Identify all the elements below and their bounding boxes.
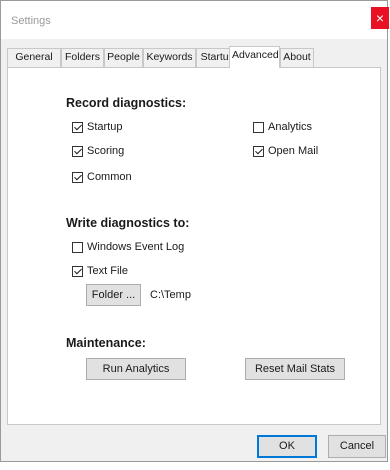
- close-button[interactable]: ×: [371, 7, 389, 29]
- analytics-check-box[interactable]: [253, 121, 264, 133]
- startup-checkbox[interactable]: Startup: [72, 120, 122, 134]
- record-diagnostics-heading: Record diagnostics:: [66, 96, 187, 110]
- maintenance-heading: Maintenance:: [66, 336, 146, 350]
- close-icon: ×: [375, 10, 385, 26]
- scoring-label: Scoring: [87, 145, 125, 157]
- scoring-checkbox[interactable]: Scoring: [72, 144, 124, 158]
- startup-check-box[interactable]: [72, 121, 83, 133]
- analytics-label: Analytics: [268, 121, 313, 133]
- settings-window: Settings × General Folders People Keywor…: [0, 0, 389, 462]
- title-bar[interactable]: Settings ×: [1, 1, 389, 39]
- open-mail-checkbox[interactable]: Open Mail: [253, 144, 318, 158]
- event-log-label: Windows Event Log: [87, 241, 185, 253]
- run-analytics-button[interactable]: Run Analytics: [86, 358, 186, 380]
- event-log-check-box[interactable]: [72, 241, 83, 253]
- common-check-box[interactable]: [72, 171, 83, 183]
- folder-path: C:\Temp: [150, 289, 191, 301]
- tab-people[interactable]: People: [104, 48, 143, 67]
- text-file-checkbox[interactable]: Text File: [72, 264, 128, 278]
- startup-label: Startup: [87, 121, 123, 133]
- tab-folders[interactable]: Folders: [61, 48, 104, 67]
- scoring-check-box[interactable]: [72, 145, 83, 157]
- advanced-panel: Record diagnostics: Startup Scoring Comm…: [7, 67, 381, 425]
- write-diagnostics-heading: Write diagnostics to:: [66, 216, 190, 230]
- text-file-check-box[interactable]: [72, 265, 83, 277]
- tab-general[interactable]: General: [7, 48, 61, 67]
- open-mail-label: Open Mail: [268, 145, 319, 157]
- cancel-button[interactable]: Cancel: [328, 435, 386, 458]
- tab-about[interactable]: About: [280, 48, 314, 67]
- common-label: Common: [87, 171, 132, 183]
- ok-button[interactable]: OK: [257, 435, 317, 458]
- folder-button[interactable]: Folder ...: [86, 284, 141, 306]
- analytics-checkbox[interactable]: Analytics: [253, 120, 312, 134]
- window-title: Settings: [11, 15, 51, 27]
- tab-advanced[interactable]: Advanced: [229, 46, 280, 68]
- common-checkbox[interactable]: Common: [72, 170, 132, 184]
- tab-keywords[interactable]: Keywords: [143, 48, 196, 67]
- event-log-checkbox[interactable]: Windows Event Log: [72, 240, 184, 254]
- reset-mail-stats-button[interactable]: Reset Mail Stats: [245, 358, 345, 380]
- text-file-label: Text File: [87, 265, 128, 277]
- open-mail-check-box[interactable]: [253, 145, 264, 157]
